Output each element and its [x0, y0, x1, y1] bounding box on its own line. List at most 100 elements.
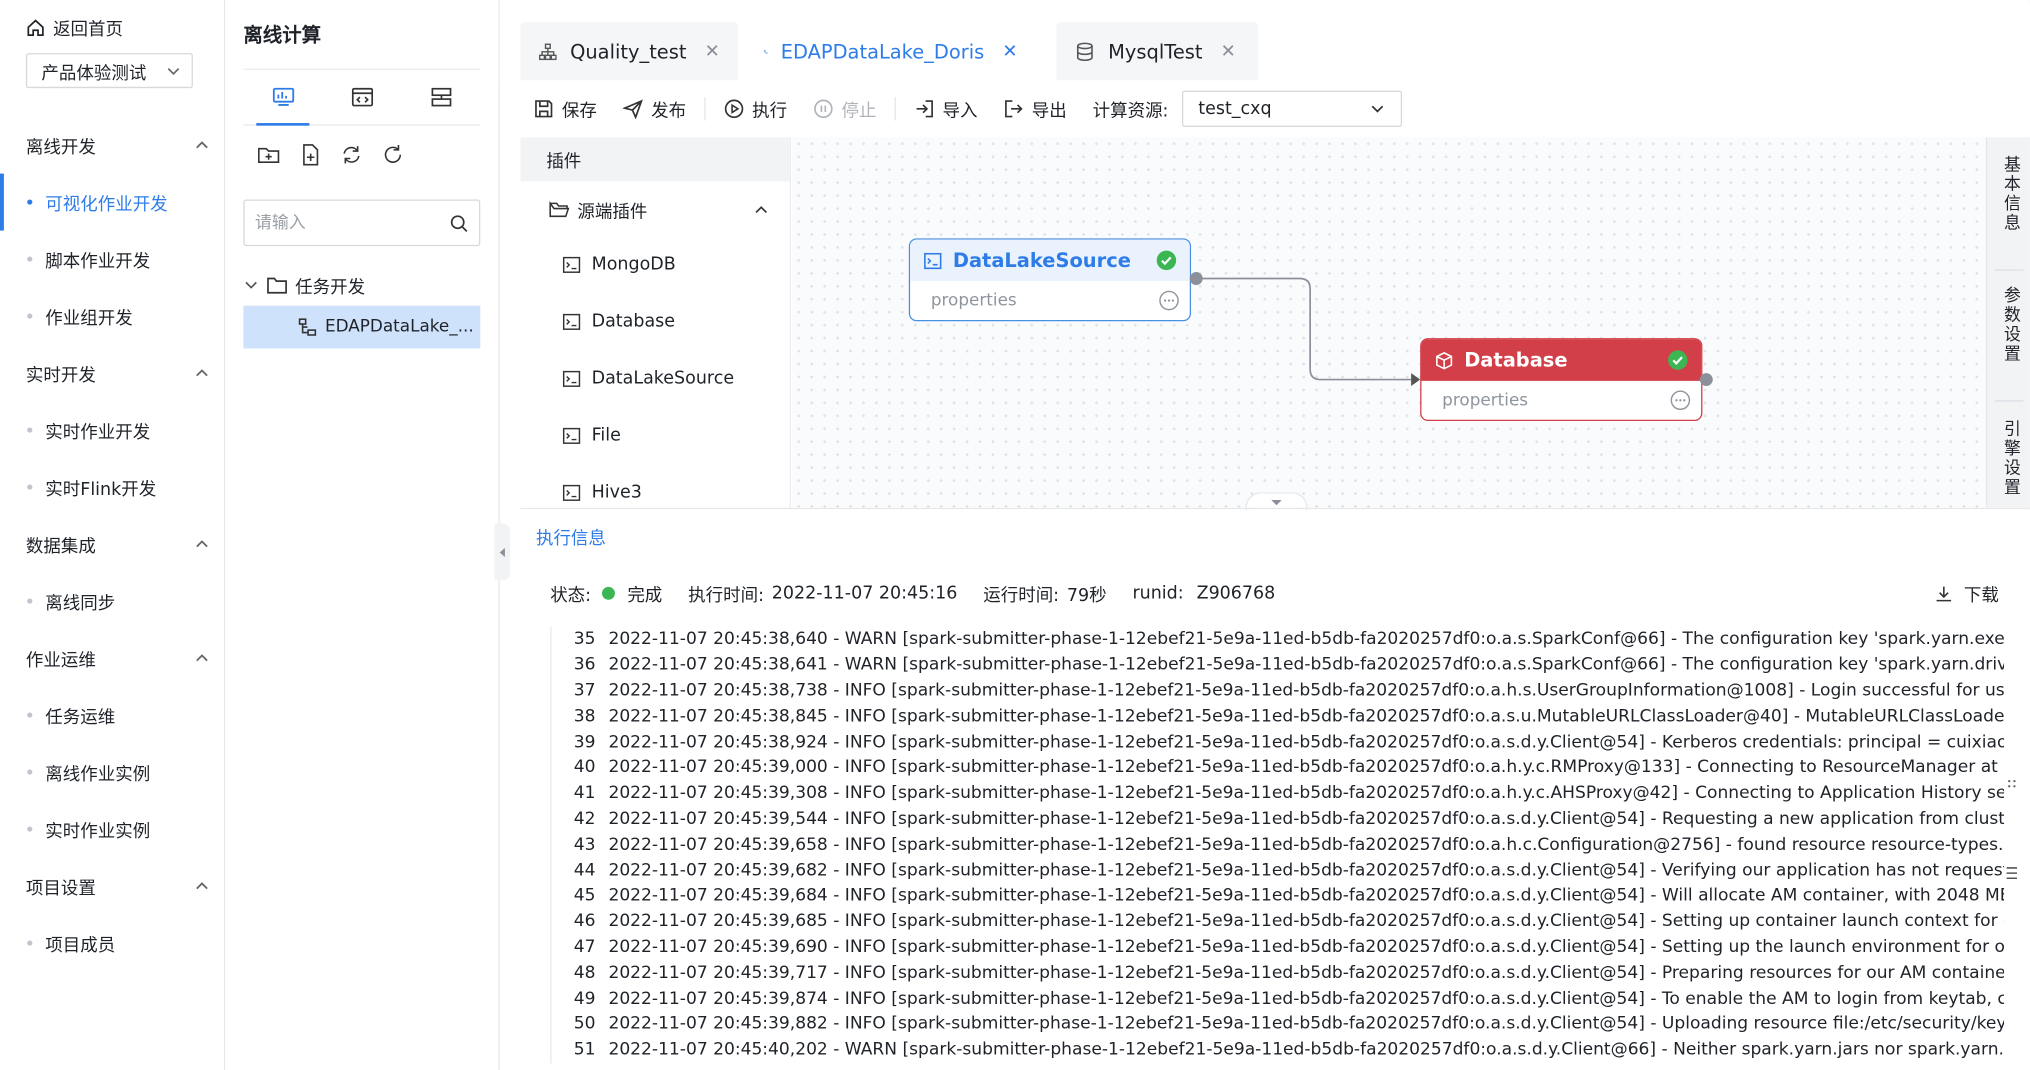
status-value: 完成 — [627, 585, 663, 607]
log-line-text: 2022-11-07 20:45:39,000 - INFO [spark-su… — [608, 758, 2005, 778]
tab-label: Quality_test — [570, 39, 687, 63]
menu-section[interactable]: 实时开发 — [0, 345, 225, 402]
search-icon[interactable] — [449, 213, 468, 232]
plugin-item[interactable]: Hive3 — [562, 477, 642, 508]
editor-toolbar: 保存 发布 执行 停止 导入 导出 计算资源: test_cxq — [520, 80, 2030, 137]
side-tab-params[interactable]: 参数设置 — [1987, 286, 2030, 364]
menu-item[interactable]: 可视化作业开发 — [0, 173, 225, 231]
node-datalakesource[interactable]: DataLakeSource properties — [908, 238, 1192, 322]
resource-select[interactable]: test_cxq — [1181, 90, 1402, 127]
stop-button[interactable]: 停止 — [800, 91, 889, 127]
menu-section-label: 离线开发 — [25, 137, 96, 159]
menu-item[interactable]: 脚本作业开发 — [0, 231, 225, 288]
project-select[interactable]: 产品体验测试 — [25, 53, 193, 89]
menu-item[interactable]: 作业组开发 — [0, 288, 225, 345]
close-icon[interactable]: ✕ — [1221, 41, 1236, 62]
output-port[interactable] — [1699, 373, 1713, 387]
log-viewer[interactable]: 35 2022-11-07 20:45:38,640 - WARN [spark-… — [550, 626, 2005, 1070]
plugin-item[interactable]: DataLakeSource — [562, 363, 734, 394]
panel-collapse-handle[interactable] — [494, 523, 511, 581]
exec-info-tab[interactable]: 执行信息 — [536, 523, 606, 550]
menu-section-label: 作业运维 — [25, 650, 96, 672]
menu-item[interactable]: 离线作业实例 — [0, 744, 225, 801]
tab-label: MysqlTest — [1108, 39, 1203, 63]
menu-item[interactable]: 实时Flink开发 — [0, 459, 225, 516]
download-button[interactable]: 下载 — [1934, 580, 1999, 606]
log-line: 51 2022-11-07 20:45:40,202 - WARN [spark-… — [550, 1037, 2004, 1063]
side-tab-engine[interactable]: 引擎设置 — [1987, 420, 2030, 498]
menu-item[interactable]: 项目成员 — [0, 915, 225, 972]
run-button[interactable]: 执行 — [711, 91, 800, 127]
new-folder-icon[interactable] — [256, 142, 281, 167]
back-home-link[interactable]: 返回首页 — [26, 14, 123, 40]
more-icon[interactable] — [1159, 290, 1180, 311]
menu-item[interactable]: 实时作业开发 — [0, 402, 225, 459]
log-scroll-handles[interactable] — [2004, 777, 2020, 881]
tree-folder[interactable]: 任务开发 — [243, 269, 365, 300]
close-icon[interactable]: ✕ — [1002, 41, 1017, 62]
chevron-up-icon[interactable] — [753, 202, 769, 218]
log-line-text: 2022-11-07 20:45:39,682 - INFO [spark-su… — [608, 860, 2005, 881]
log-line-text: 2022-11-07 20:45:39,690 - INFO [spark-su… — [608, 937, 2005, 958]
new-file-icon[interactable] — [298, 142, 323, 167]
publish-button[interactable]: 发布 — [610, 91, 699, 127]
output-port[interactable] — [1189, 272, 1203, 285]
resource-select-value: test_cxq — [1198, 98, 1272, 120]
menu-section[interactable]: 项目设置 — [0, 858, 225, 915]
sync-icon[interactable] — [339, 142, 364, 167]
save-button[interactable]: 保存 — [520, 91, 609, 127]
chevron-left-icon — [499, 547, 505, 557]
chevron-down-icon[interactable] — [243, 277, 259, 293]
log-line-number: 45 — [573, 886, 596, 906]
cube-icon — [1436, 351, 1453, 369]
log-line-number: 44 — [573, 860, 596, 881]
tree-search-input[interactable] — [255, 213, 437, 233]
menu-item[interactable]: 任务运维 — [0, 687, 225, 744]
menu-item[interactable]: 实时作业实例 — [0, 801, 225, 858]
close-icon[interactable]: ✕ — [705, 41, 720, 62]
tab-code-view[interactable] — [322, 70, 401, 124]
tab-visual-view[interactable] — [243, 70, 322, 126]
check-circle-icon — [1156, 250, 1177, 271]
caret-down-icon — [1271, 499, 1282, 505]
log-line-number: 46 — [573, 912, 596, 932]
tab-edapdatalake-doris[interactable]: EDAPDataLake_Doris ✕ — [745, 22, 1036, 81]
tree-file-item[interactable]: EDAPDataLake_... — [243, 305, 481, 349]
log-line-text: 2022-11-07 20:45:39,874 - INFO [spark-su… — [608, 989, 2005, 1009]
log-line-number: 47 — [573, 937, 596, 958]
stop-label: 停止 — [841, 101, 877, 122]
chevron-up-icon — [196, 882, 208, 890]
plugin-item[interactable]: File — [562, 420, 621, 451]
plugin-item[interactable]: Database — [562, 306, 675, 337]
divider — [1994, 269, 2024, 271]
side-tab-basic-info[interactable]: 基本信息 — [1987, 155, 2030, 233]
bullet-dot — [27, 427, 33, 433]
export-button[interactable]: 导出 — [990, 91, 1079, 127]
node-database[interactable]: Database properties — [1420, 338, 1703, 422]
more-icon[interactable] — [1670, 390, 1691, 411]
log-line-number: 49 — [573, 989, 596, 1009]
back-home-label: 返回首页 — [53, 19, 123, 41]
plugin-group-source[interactable]: 源端插件 — [549, 194, 769, 225]
log-line: 39 2022-11-07 20:45:38,924 - INFO [spark-… — [550, 729, 2004, 756]
chevron-down-icon — [1371, 105, 1383, 113]
toolbar-divider — [894, 97, 896, 121]
import-button[interactable]: 导入 — [901, 91, 990, 127]
node-properties[interactable]: properties — [910, 281, 1190, 320]
menu-section[interactable]: 离线开发 — [0, 117, 225, 174]
menu-item[interactable]: 离线同步 — [0, 573, 225, 630]
log-line-number: 38 — [573, 707, 596, 727]
node-properties[interactable]: properties — [1421, 381, 1701, 420]
log-line-number: 41 — [573, 783, 596, 804]
flow-canvas[interactable]: DataLakeSource properties Database prope… — [792, 137, 1986, 508]
tab-quality-test[interactable]: Quality_test ✕ — [520, 22, 738, 81]
menu-section[interactable]: 数据集成 — [0, 516, 225, 573]
bullet-dot — [27, 826, 33, 832]
menu-item-label: 实时Flink开发 — [45, 479, 157, 501]
menu-section[interactable]: 作业运维 — [0, 630, 225, 687]
plugin-item[interactable]: MongoDB — [562, 249, 676, 280]
tab-mysqltest[interactable]: MysqlTest ✕ — [1056, 22, 1259, 81]
log-line-number: 37 — [573, 681, 596, 701]
tab-group-view[interactable] — [401, 70, 480, 124]
refresh-icon[interactable] — [381, 142, 406, 167]
